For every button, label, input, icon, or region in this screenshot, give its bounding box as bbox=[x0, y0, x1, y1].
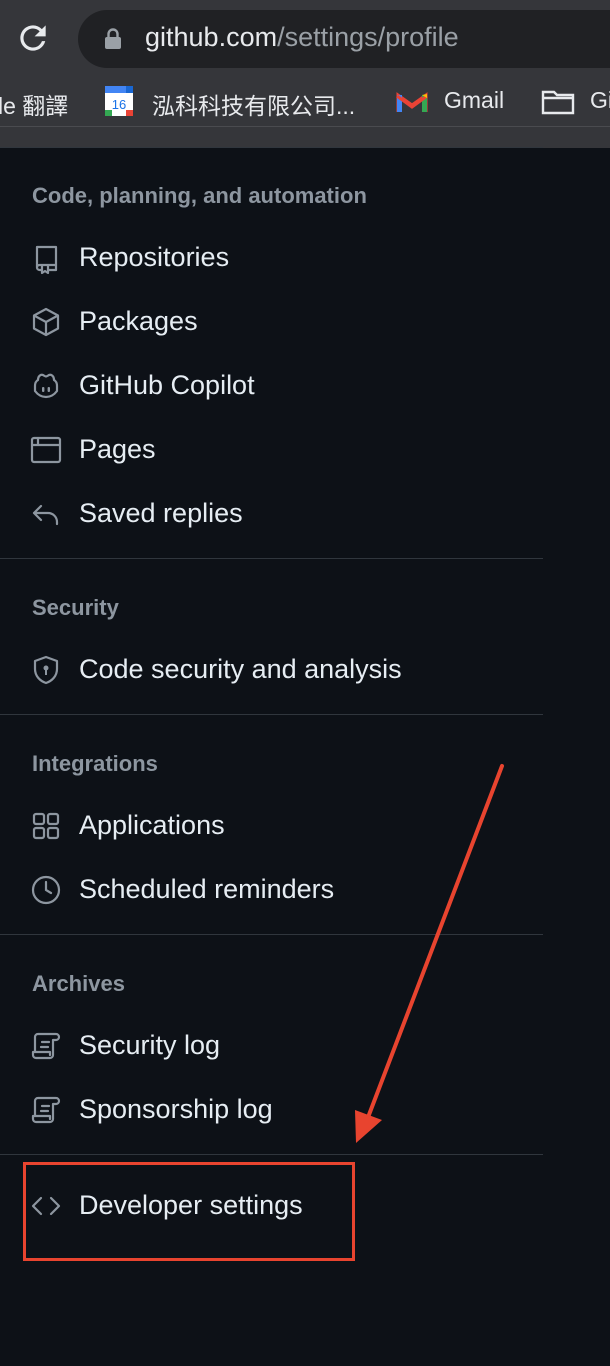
annotation-highlight-box bbox=[23, 1162, 355, 1261]
sidebar-item-label: Security log bbox=[79, 1030, 221, 1060]
folder-icon bbox=[541, 90, 575, 115]
sidebar-item-code-security[interactable]: Code security and analysis bbox=[0, 641, 543, 697]
sidebar-item-label: Saved replies bbox=[79, 498, 243, 528]
divider bbox=[0, 1154, 543, 1155]
sidebar-item-label: Sponsorship log bbox=[79, 1094, 273, 1124]
log-icon bbox=[31, 1032, 61, 1060]
sidebar-item-label: Packages bbox=[79, 306, 198, 336]
section-title-archives: Archives bbox=[32, 971, 125, 996]
repo-icon bbox=[35, 245, 58, 274]
calendar-icon: 16 bbox=[105, 86, 133, 116]
shield-lock-icon bbox=[33, 655, 59, 685]
sidebar-item-label: Scheduled reminders bbox=[79, 874, 335, 904]
section-title-integrations: Integrations bbox=[32, 751, 158, 776]
calendar-badge: 16 bbox=[112, 97, 126, 112]
browser-icon bbox=[30, 436, 62, 464]
divider bbox=[0, 558, 543, 559]
gmail-icon bbox=[396, 92, 428, 112]
sidebar-item-label: GitHub Copilot bbox=[79, 370, 255, 400]
url-text[interactable]: github.com/settings/profile bbox=[145, 22, 459, 53]
reply-icon bbox=[32, 504, 59, 526]
divider bbox=[0, 147, 543, 148]
divider bbox=[0, 714, 543, 715]
section-title-code-planning: Code, planning, and automation bbox=[32, 183, 367, 208]
url-host: github.com bbox=[145, 22, 278, 52]
divider bbox=[0, 934, 543, 935]
copilot-icon bbox=[33, 373, 59, 399]
sidebar-item-sponsorship-log[interactable]: Sponsorship log bbox=[0, 1081, 543, 1137]
sidebar-item-label: Code security and analysis bbox=[79, 654, 402, 684]
apps-icon bbox=[32, 812, 60, 840]
sidebar-item-label: Applications bbox=[79, 810, 225, 840]
sidebar-item-applications[interactable]: Applications bbox=[0, 797, 543, 853]
bookmark-translate[interactable]: le 翻譯 bbox=[0, 87, 68, 121]
url-path: /settings/profile bbox=[277, 22, 459, 52]
sidebar-item-saved-replies[interactable]: Saved replies bbox=[0, 485, 543, 541]
sidebar-item-label: Repositories bbox=[79, 242, 230, 272]
sidebar-item-security-log[interactable]: Security log bbox=[0, 1017, 543, 1073]
sidebar-item-repositories[interactable]: Repositories bbox=[0, 229, 543, 285]
sidebar-item-copilot[interactable]: GitHub Copilot bbox=[0, 357, 543, 413]
sidebar-item-pages[interactable]: Pages bbox=[0, 421, 543, 477]
browser-chrome: github.com/settings/profile le 翻譯 16 泓科科… bbox=[0, 0, 610, 148]
sidebar-item-packages[interactable]: Packages bbox=[0, 293, 543, 349]
bookmark-folder[interactable]: Gi bbox=[590, 87, 610, 114]
lock-icon[interactable] bbox=[104, 28, 122, 50]
sidebar-item-label: Pages bbox=[79, 434, 156, 464]
bookmark-gmail[interactable]: Gmail bbox=[444, 87, 504, 114]
package-icon bbox=[32, 307, 60, 337]
clock-icon bbox=[31, 875, 61, 905]
reload-icon[interactable] bbox=[14, 18, 52, 58]
section-title-security: Security bbox=[32, 595, 119, 620]
log-icon bbox=[31, 1096, 61, 1124]
sidebar-item-scheduled-reminders[interactable]: Scheduled reminders bbox=[0, 861, 543, 917]
bookmark-company[interactable]: 泓科科技有限公司... bbox=[152, 87, 355, 121]
